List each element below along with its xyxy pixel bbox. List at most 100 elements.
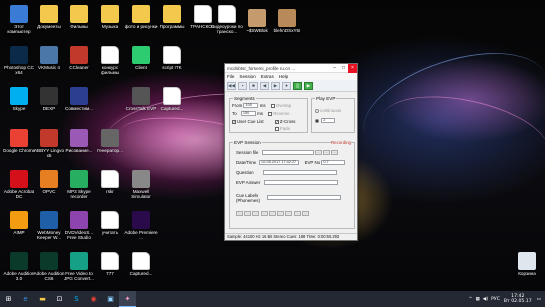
desktop-icon[interactable]: ~$SWBlok [240, 9, 274, 33]
desktop-icon[interactable]: Captured... [124, 252, 158, 276]
menu-help[interactable]: Help [279, 73, 288, 80]
desktop-icon[interactable]: Музыка [93, 5, 127, 29]
desktop-icon[interactable]: Free Video to JPG Convert... [62, 252, 96, 281]
desktop-icon[interactable]: Этот компьютер [2, 5, 36, 34]
desktop-icon[interactable]: Совместим... [62, 87, 96, 111]
evp-answer-input[interactable] [263, 180, 338, 186]
desktop-icon[interactable]: конкурс фильмы [93, 46, 127, 75]
network-icon[interactable]: ▦ [475, 297, 479, 302]
edge-icon[interactable]: e [17, 291, 34, 307]
desktop-icon[interactable]: Программы [155, 5, 189, 29]
skype-taskbar-icon[interactable]: S [68, 291, 85, 307]
evp-recorder-window[interactable]: mcdnbtsr_forsemi_profile ru.cn ... – □ ×… [224, 63, 358, 241]
desktop-icon[interactable]: rskr [93, 170, 127, 194]
question-input[interactable] [262, 170, 337, 176]
start-icon[interactable]: ⊞ [0, 291, 17, 307]
explorer-icon[interactable]: ▬ [34, 291, 51, 307]
session-action-5[interactable]: ... [268, 211, 276, 217]
desktop-icon[interactable]: Adobe Audition 3.0 [2, 252, 36, 281]
desktop-icon[interactable]: Видеоуроки по транско... [210, 5, 244, 34]
menu-session[interactable]: Session [239, 73, 255, 80]
play-icon[interactable]: ▶ [304, 81, 313, 90]
session-action-2[interactable]: ... [244, 211, 252, 217]
desktop-icon[interactable]: Adobe Audition CS6 [32, 252, 66, 281]
desktop-icon[interactable]: Рисование... [62, 129, 96, 153]
from-input[interactable]: 100 [243, 103, 259, 109]
desktop-icon[interactable]: Client [124, 46, 158, 70]
desktop-icon[interactable]: ABBYY Lingvo x5 [32, 129, 66, 158]
desktop-icon[interactable]: Google Chrome [2, 129, 36, 153]
language-indicator[interactable]: РУС [491, 297, 500, 302]
volume-icon[interactable]: ◀) [483, 297, 488, 302]
desktop-icon[interactable]: DEXP [32, 87, 66, 111]
evp-app-taskbar-icon[interactable]: ✦ [119, 291, 136, 307]
z-cross-checkbox[interactable]: ✓ [274, 119, 279, 124]
overlap-checkbox[interactable] [270, 103, 275, 108]
rewind-icon[interactable]: ◀◀ [227, 81, 236, 90]
store-icon[interactable]: ⊡ [51, 291, 68, 307]
close-icon[interactable]: × [348, 63, 357, 73]
desktop-icon[interactable]: DVDVideoS... Free Studio [62, 211, 96, 240]
pause-icon[interactable]: || [293, 81, 302, 90]
desktop-icon[interactable]: фото и рисунки [124, 5, 158, 29]
session-action-7[interactable]: ... [285, 211, 293, 217]
window-title: mcdnbtsr_forsemi_profile ru.cn ... [227, 65, 296, 71]
save-icon[interactable]: ▪ [238, 81, 247, 90]
stop-icon[interactable]: ■ [249, 81, 258, 90]
menu-extras[interactable]: Extras [261, 73, 274, 80]
clock[interactable]: 17:42 Вт 02.05.17 [504, 294, 532, 305]
desktop-icon[interactable]: Captured... [155, 87, 189, 111]
menu-file[interactable]: File [227, 73, 234, 80]
desktop-icon[interactable]: script ITK [155, 46, 189, 70]
desktop-icon[interactable]: OPVC [32, 170, 66, 194]
window-title-bar[interactable]: mcdnbtsr_forsemi_profile ru.cn ... – □ × [225, 63, 357, 73]
desktop-icon[interactable]: blehnDSxY5I [270, 9, 304, 33]
desktop-icon[interactable]: Фильмы [62, 5, 96, 29]
reverse-checkbox[interactable] [268, 111, 273, 116]
session-action-4[interactable]: ... [260, 211, 268, 217]
desktop-icon[interactable]: 777 [93, 252, 127, 276]
back-icon[interactable]: ◀ [260, 81, 269, 90]
session-action-1[interactable]: ... [236, 211, 243, 217]
tray-arrow-icon[interactable]: ^ [469, 297, 473, 302]
session-btn-3[interactable]: ... [331, 150, 339, 156]
evp-no-input[interactable]: 0.7 [321, 160, 346, 166]
desktop-icon[interactable]: Photoshop CC x64 [2, 46, 36, 75]
session-action-8[interactable]: ... [293, 211, 301, 217]
session-action-9[interactable]: ... [301, 211, 309, 217]
user-cue-list-checkbox[interactable]: ✓ [232, 119, 236, 124]
desktop-icon[interactable]: Корзина [510, 252, 544, 276]
forward-icon[interactable]: ▶ [271, 81, 280, 90]
chrome-taskbar-icon[interactable]: ◉ [85, 291, 102, 307]
desktop-icon[interactable]: Adobe Premiere ... [124, 211, 158, 240]
desktop-icon[interactable]: AIMP [2, 211, 36, 235]
desktop-icon[interactable]: CrossTalk EVP [124, 87, 158, 111]
desktop-icon[interactable]: Maxwell Simulator [124, 170, 158, 199]
datetime-input[interactable]: 02.05.2017 17:42:27 [259, 160, 300, 166]
to-input[interactable]: 150 [240, 111, 256, 117]
desktop-icon[interactable]: MP3 Skype recorder [62, 170, 96, 199]
session-file-input[interactable] [261, 150, 314, 156]
desktop-icon[interactable]: Adobe Acrobat DC [2, 170, 36, 199]
session-action-3[interactable]: ... [252, 211, 260, 217]
desktop-icon[interactable]: CCleaner [62, 46, 96, 70]
count-input[interactable]: 2 [321, 118, 336, 124]
media-taskbar-icon[interactable]: ▣ [102, 291, 119, 307]
minimize-icon[interactable]: – [330, 64, 339, 73]
desktop-icon[interactable]: учитать [93, 211, 127, 235]
cue-labels-input[interactable] [267, 195, 341, 201]
desktop-icon[interactable]: Документы [32, 5, 66, 29]
notifications-icon[interactable]: ▭ [537, 297, 541, 302]
record-icon[interactable]: ● [282, 81, 291, 90]
session-btn-2[interactable]: ... [323, 150, 331, 156]
desktop-icon[interactable]: Skype [2, 87, 36, 111]
session-btn-1[interactable]: ... [314, 150, 322, 156]
desktop-icon[interactable]: WebMoney Keeper W... [32, 211, 66, 240]
continuous-radio[interactable] [315, 108, 319, 113]
fade-checkbox[interactable] [275, 126, 279, 131]
desktop-icon[interactable]: VKMusic 4 [32, 46, 66, 70]
maximize-icon[interactable]: □ [339, 64, 348, 73]
desktop-icon[interactable]: Генератор... [93, 129, 127, 153]
count-radio[interactable] [315, 118, 319, 123]
session-action-6[interactable]: ... [277, 211, 285, 217]
